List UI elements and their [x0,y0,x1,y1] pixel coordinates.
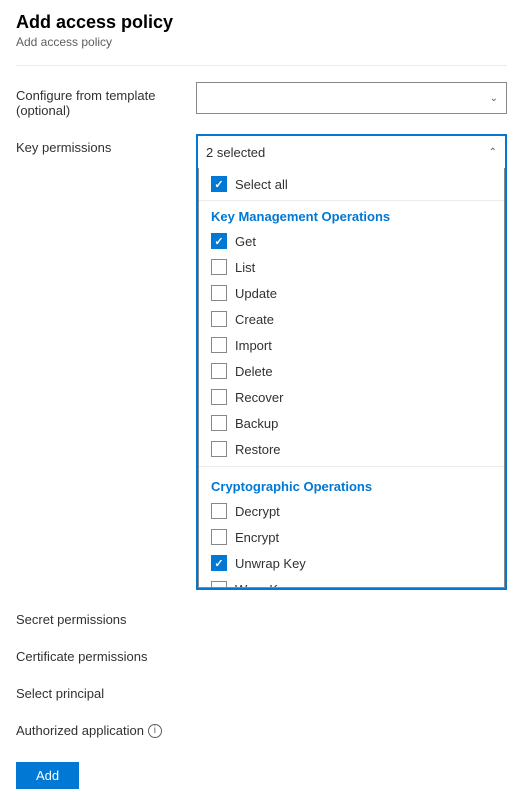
select-all-row[interactable]: Select all [199,168,504,201]
certificate-permissions-row: Certificate permissions [16,643,507,664]
backup-label: Backup [235,416,278,431]
wrap-key-checkbox[interactable] [211,581,227,588]
configure-row: Configure from template (optional) ⌄ [16,82,507,118]
key-permissions-dropdown-header[interactable]: 2 selected ⌃ [198,136,505,168]
decrypt-checkbox[interactable] [211,503,227,519]
delete-label: Delete [235,364,273,379]
crypto-divider [199,466,504,467]
delete-checkbox[interactable] [211,363,227,379]
checkbox-unwrap-key[interactable]: Unwrap Key [199,550,504,576]
import-label: Import [235,338,272,353]
recover-label: Recover [235,390,283,405]
select-principal-label: Select principal [16,680,196,701]
authorized-application-label-with-info: Authorized application i [16,723,196,738]
authorized-application-row: Authorized application i [16,717,507,738]
authorized-application-text: Authorized application [16,723,144,738]
cryptographic-header: Cryptographic Operations [199,471,504,498]
checkbox-import[interactable]: Import [199,332,504,358]
list-checkbox[interactable] [211,259,227,275]
configure-dropdown[interactable]: ⌄ [196,82,507,114]
secret-permissions-label: Secret permissions [16,606,196,627]
key-permissions-dropdown[interactable]: 2 selected ⌃ Select all Key Management O… [196,134,507,590]
key-permissions-label: Key permissions [16,134,196,155]
checkbox-restore[interactable]: Restore [199,436,504,462]
get-checkbox[interactable] [211,233,227,249]
page-title: Add access policy [16,12,507,33]
create-label: Create [235,312,274,327]
checkbox-create[interactable]: Create [199,306,504,332]
checkbox-update[interactable]: Update [199,280,504,306]
restore-checkbox[interactable] [211,441,227,457]
key-permissions-value: 2 selected [206,145,265,160]
checkbox-encrypt[interactable]: Encrypt [199,524,504,550]
add-button[interactable]: Add [16,762,79,789]
key-permissions-chevron-up-icon: ⌃ [489,147,497,158]
key-permissions-list: Select all Key Management Operations Get… [198,168,505,588]
recover-checkbox[interactable] [211,389,227,405]
checkbox-get[interactable]: Get [199,228,504,254]
configure-label: Configure from template (optional) [16,82,196,118]
checkbox-decrypt[interactable]: Decrypt [199,498,504,524]
import-checkbox[interactable] [211,337,227,353]
secret-permissions-row: Secret permissions [16,606,507,627]
configure-control: ⌄ [196,82,507,114]
key-management-header: Key Management Operations [199,201,504,228]
create-checkbox[interactable] [211,311,227,327]
list-label: List [235,260,255,275]
select-principal-row: Select principal [16,680,507,701]
checkbox-wrap-key[interactable]: Wrap Key [199,576,504,588]
select-all-label: Select all [235,177,288,192]
checkbox-list[interactable]: List [199,254,504,280]
encrypt-label: Encrypt [235,530,279,545]
get-label: Get [235,234,256,249]
authorized-application-label: Authorized application i [16,717,196,738]
decrypt-label: Decrypt [235,504,280,519]
title-divider [16,65,507,66]
page-subtitle: Add access policy [16,35,507,49]
key-permissions-row: Key permissions 2 selected ⌃ Select all … [16,134,507,590]
unwrap-key-label: Unwrap Key [235,556,306,571]
key-permissions-control: 2 selected ⌃ Select all Key Management O… [196,134,507,590]
checkbox-backup[interactable]: Backup [199,410,504,436]
checkbox-delete[interactable]: Delete [199,358,504,384]
page-container: Add access policy Add access policy Conf… [0,0,523,801]
wrap-key-label: Wrap Key [235,582,292,589]
info-icon[interactable]: i [148,724,162,738]
restore-label: Restore [235,442,281,457]
backup-checkbox[interactable] [211,415,227,431]
certificate-permissions-label: Certificate permissions [16,643,196,664]
unwrap-key-checkbox[interactable] [211,555,227,571]
encrypt-checkbox[interactable] [211,529,227,545]
select-all-checkbox[interactable] [211,176,227,192]
update-label: Update [235,286,277,301]
configure-chevron-down-icon: ⌄ [490,93,498,104]
checkbox-recover[interactable]: Recover [199,384,504,410]
update-checkbox[interactable] [211,285,227,301]
